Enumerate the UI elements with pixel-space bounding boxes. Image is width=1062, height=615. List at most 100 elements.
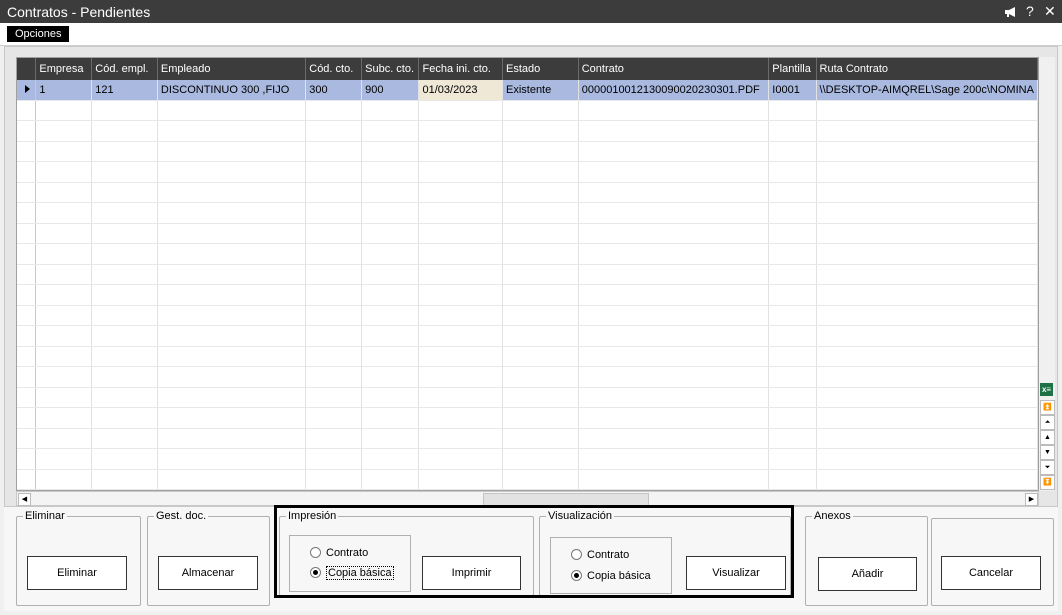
empty-cell [157, 141, 307, 162]
empty-cell [35, 387, 93, 408]
empty-cell [816, 428, 1038, 449]
column-header[interactable]: Empleado [157, 58, 307, 80]
empty-cell [35, 161, 93, 183]
cancelar-button[interactable]: Cancelar [941, 556, 1041, 590]
column-header[interactable]: Cód. cto. [305, 58, 363, 80]
menu-opciones[interactable]: Opciones [7, 26, 70, 42]
radio-visualizacion-contrato[interactable]: Contrato [571, 547, 629, 563]
column-header[interactable]: Fecha ini. cto. [418, 58, 503, 80]
empty-cell [816, 120, 1038, 142]
empty-cell [17, 346, 37, 367]
empty-cell [305, 387, 363, 408]
empty-cell [578, 325, 770, 347]
column-header[interactable]: Subc. cto. [361, 58, 420, 80]
page-down-icon[interactable]: ⏷ [1040, 460, 1055, 475]
table-cell[interactable]: \\DESKTOP-AIMQREL\Sage 200c\NOMINA [816, 80, 1038, 101]
scroll-right-icon[interactable]: ▶ [1025, 493, 1038, 506]
megaphone-icon[interactable] [1004, 5, 1018, 21]
page-up-icon[interactable]: ⏶ [1040, 415, 1055, 430]
help-button[interactable]: ? [1026, 3, 1034, 19]
empty-cell [361, 161, 420, 183]
column-header[interactable]: Contrato [578, 58, 770, 80]
column-header[interactable]: Estado [502, 58, 579, 80]
empty-cell [578, 161, 770, 183]
visualizacion-options: Contrato Copia básica [550, 537, 672, 594]
table-cell[interactable]: 00000100121300900202303​01.PDF [578, 80, 770, 101]
table-cell[interactable]: DISCONTINUO 300 ,FIJO [157, 80, 307, 101]
empty-cell [361, 366, 420, 388]
title-bar: Contratos - Pendientes ? ✕ [0, 0, 1062, 23]
table-cell[interactable]: 300 [305, 80, 363, 101]
scroll-down-icon[interactable]: ▼ [1040, 445, 1055, 460]
almacenar-button[interactable]: Almacenar [158, 556, 258, 590]
empty-cell [768, 448, 817, 470]
last-record-icon[interactable]: ⏬ [1040, 475, 1055, 490]
empty-cell [502, 161, 579, 183]
table-cell[interactable]: Existente [502, 80, 579, 101]
radio-button-selected[interactable] [310, 567, 321, 578]
radio-button[interactable] [571, 549, 582, 560]
empty-row [17, 469, 1038, 490]
radio-visualizacion-copia[interactable]: Copia básica [571, 568, 651, 584]
empty-cell [17, 448, 37, 470]
empty-cell [361, 428, 420, 449]
empty-cell [502, 100, 579, 121]
table-cell[interactable]: 121 [91, 80, 158, 101]
empty-cell [816, 366, 1038, 388]
empty-cell [816, 284, 1038, 306]
empty-cell [502, 325, 579, 347]
imprimir-button[interactable]: Imprimir [422, 556, 521, 590]
empty-cell [578, 243, 770, 265]
empty-cell [578, 366, 770, 388]
empty-cell [305, 428, 363, 449]
radio-impresion-copia[interactable]: Copia básica [310, 565, 394, 581]
column-header[interactable]: Ruta Contrato [816, 58, 1038, 80]
empty-cell [17, 366, 37, 388]
table-row[interactable]: 1 121 DISCONTINUO 300 ,FIJO 300 900 01/0… [17, 80, 1038, 101]
empty-cell [157, 387, 307, 408]
contracts-table: Empresa Cód. empl. Empleado Cód. cto. Su… [17, 58, 1038, 490]
empty-row [17, 305, 1038, 326]
table-cell[interactable]: 01/03/2023 [418, 80, 503, 101]
empty-cell [91, 243, 158, 265]
column-header[interactable]: Cód. empl. [91, 58, 158, 80]
empty-row [17, 428, 1038, 449]
empty-cell [305, 182, 363, 203]
empty-cell [768, 387, 817, 408]
empty-cell [35, 448, 93, 470]
scroll-left-icon[interactable]: ◀ [18, 493, 31, 506]
column-header[interactable]: Plantilla [768, 58, 817, 80]
empty-row [17, 120, 1038, 142]
table-cell[interactable]: 900 [361, 80, 420, 101]
empty-cell [157, 428, 307, 449]
empty-cell [157, 366, 307, 388]
anadir-button[interactable]: Añadir [818, 557, 917, 591]
eliminar-button[interactable]: Eliminar [27, 556, 127, 590]
table-cell[interactable]: I0001 [768, 80, 817, 101]
empty-cell [305, 284, 363, 306]
visualizar-button[interactable]: Visualizar [686, 556, 786, 590]
close-button[interactable]: ✕ [1044, 3, 1056, 20]
horizontal-scrollbar[interactable]: ◀ ▶ [16, 491, 1039, 506]
empty-cell [418, 264, 503, 285]
empty-cell [816, 305, 1038, 326]
empty-cell [578, 407, 770, 429]
radio-impresion-contrato[interactable]: Contrato [310, 545, 368, 561]
empty-cell [17, 469, 37, 490]
radio-button-selected[interactable] [571, 570, 582, 581]
scroll-thumb[interactable] [483, 493, 649, 506]
empty-cell [502, 264, 579, 285]
excel-export-icon[interactable]: x≡ [1040, 383, 1053, 396]
header-row: Empresa Cód. empl. Empleado Cód. cto. Su… [17, 58, 1038, 80]
empty-cell [578, 284, 770, 306]
empty-cell [768, 325, 817, 347]
contracts-grid[interactable]: Empresa Cód. empl. Empleado Cód. cto. Su… [16, 57, 1039, 491]
table-cell[interactable]: 1 [35, 80, 93, 101]
first-record-icon[interactable]: ⏫ [1040, 400, 1055, 415]
empty-cell [91, 428, 158, 449]
scroll-up-icon[interactable]: ▲ [1040, 430, 1055, 445]
empty-cell [17, 387, 37, 408]
empty-cell [157, 469, 307, 490]
column-header[interactable]: Empresa [35, 58, 93, 80]
radio-button[interactable] [310, 547, 321, 558]
